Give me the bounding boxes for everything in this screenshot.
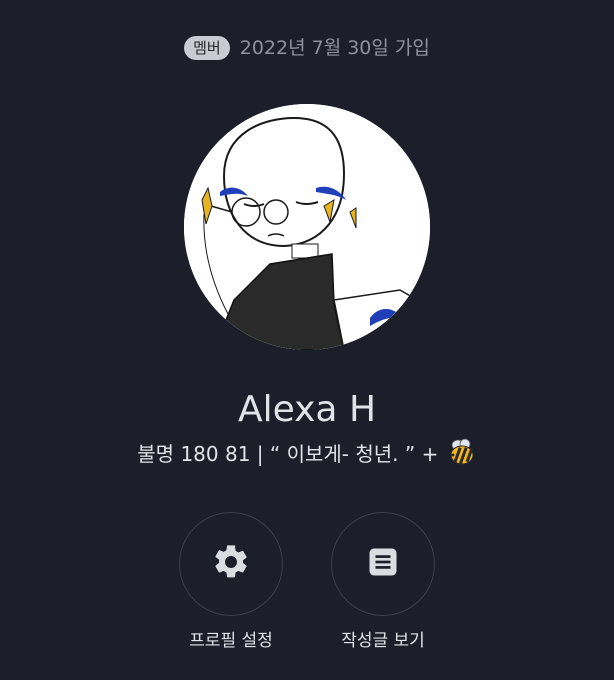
profile-settings-button[interactable]: 프로필 설정 <box>161 512 301 652</box>
gear-icon <box>211 542 251 586</box>
user-bio: 불명 180 81 | “ 이보게- 청년. ” + <box>0 437 614 474</box>
join-date: 2022년 7월 30일 가입 <box>239 37 430 59</box>
view-posts-button[interactable]: 작성글 보기 <box>313 512 453 652</box>
profile-page: 멤버 2022년 7월 30일 가입 Alexa H 불명 180 81 | “… <box>0 0 614 680</box>
bio-text: 불명 180 81 | “ 이보게- 청년. ” + <box>137 442 445 466</box>
avatar-drawing <box>184 104 430 350</box>
member-badge: 멤버 <box>184 36 230 60</box>
avatar[interactable] <box>184 104 430 350</box>
bee-icon <box>447 437 477 474</box>
profile-settings-circle[interactable] <box>179 512 283 616</box>
document-icon <box>365 544 401 584</box>
profile-settings-label: 프로필 설정 <box>189 631 273 651</box>
user-name: Alexa H <box>237 389 377 430</box>
view-posts-circle[interactable] <box>331 512 435 616</box>
view-posts-label: 작성글 보기 <box>341 631 425 651</box>
join-info: 멤버 2022년 7월 30일 가입 <box>0 36 614 60</box>
